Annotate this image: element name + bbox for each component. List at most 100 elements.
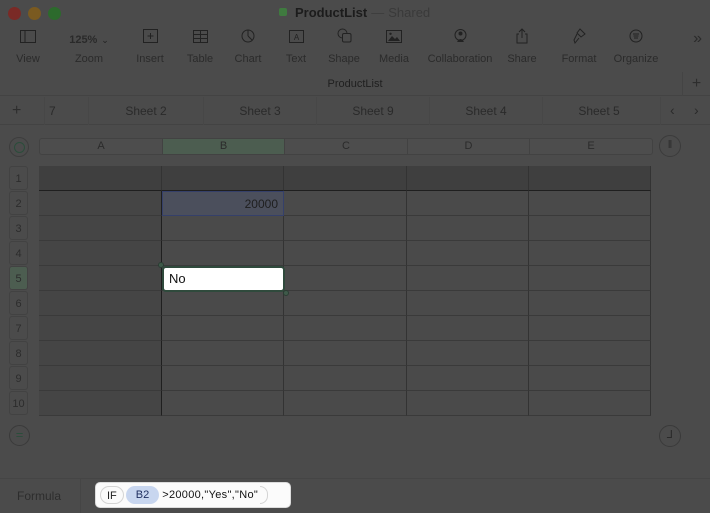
cell-e5[interactable] <box>529 266 651 291</box>
cell-c9[interactable] <box>284 366 407 391</box>
chevron-left-icon[interactable]: ‹ <box>670 102 675 118</box>
cell-c10[interactable] <box>284 391 407 416</box>
formula-arguments[interactable]: >20000,"Yes","No" <box>162 486 258 504</box>
media-button[interactable]: Media <box>376 28 412 65</box>
cell-e8[interactable] <box>529 341 651 366</box>
cell-e1[interactable] <box>529 166 651 191</box>
text-button[interactable]: A Text <box>282 28 310 65</box>
cell-a10[interactable] <box>39 391 162 416</box>
cell-e3[interactable] <box>529 216 651 241</box>
row-header[interactable]: 4 <box>9 241 28 265</box>
sheet-tab[interactable]: Sheet 3 <box>203 97 316 125</box>
cell-c3[interactable] <box>284 216 407 241</box>
cell-reference-token[interactable]: B2 <box>125 486 160 504</box>
sheet-tab[interactable]: Sheet 9 <box>316 97 429 125</box>
row-header[interactable]: 5 <box>9 266 28 290</box>
row-header[interactable]: 1 <box>9 166 28 190</box>
row-header[interactable]: 6 <box>9 291 28 315</box>
zoom-dropdown[interactable]: 125% ⌄ Zoom <box>62 28 116 65</box>
cell-c1[interactable] <box>284 166 407 191</box>
sheet-tab[interactable]: Sheet 5 <box>542 97 655 125</box>
cell-c2[interactable] <box>284 191 407 216</box>
cell-b3[interactable] <box>162 216 284 241</box>
cell-a7[interactable] <box>39 316 162 341</box>
row-header[interactable]: 10 <box>9 391 28 415</box>
function-token[interactable]: IF <box>100 486 124 504</box>
zoom-window-button[interactable] <box>48 7 61 20</box>
cell-d6[interactable] <box>407 291 529 316</box>
view-button[interactable]: View <box>12 28 44 65</box>
cell-a6[interactable] <box>39 291 162 316</box>
cell-d9[interactable] <box>407 366 529 391</box>
cell-a2[interactable] <box>39 191 162 216</box>
cell-a4[interactable] <box>39 241 162 266</box>
cell-b4[interactable] <box>162 241 284 266</box>
add-row-handle[interactable]: = <box>9 425 30 446</box>
cell-b6[interactable] <box>162 291 284 316</box>
selection-handle-bottom-right[interactable] <box>283 290 289 296</box>
cell-c5[interactable] <box>284 266 407 291</box>
organize-button[interactable]: Organize <box>610 28 662 65</box>
insert-button[interactable]: Insert <box>132 28 168 65</box>
format-button[interactable]: Format <box>558 28 600 65</box>
cell-e7[interactable] <box>529 316 651 341</box>
cell-e10[interactable] <box>529 391 651 416</box>
cell-d10[interactable] <box>407 391 529 416</box>
cell-d8[interactable] <box>407 341 529 366</box>
column-header-d[interactable]: D <box>408 139 530 154</box>
share-button[interactable]: Share <box>505 28 539 65</box>
column-header-c[interactable]: C <box>285 139 408 154</box>
shape-button[interactable]: Shape <box>326 28 362 65</box>
cell-b1[interactable] <box>162 166 284 191</box>
cell-d3[interactable] <box>407 216 529 241</box>
sheet-tab[interactable]: 7 <box>44 97 62 125</box>
cell-d1[interactable] <box>407 166 529 191</box>
cell-a8[interactable] <box>39 341 162 366</box>
cell-b9[interactable] <box>162 366 284 391</box>
column-header-b[interactable]: B <box>163 139 285 154</box>
cell-e9[interactable] <box>529 366 651 391</box>
cell-c4[interactable] <box>284 241 407 266</box>
row-header[interactable]: 8 <box>9 341 28 365</box>
add-sheet-button[interactable]: + <box>12 102 21 120</box>
cell-a1[interactable] <box>39 166 162 191</box>
cell-a3[interactable] <box>39 216 162 241</box>
row-header[interactable]: 2 <box>9 191 28 215</box>
column-header-a[interactable]: A <box>40 139 163 154</box>
add-rows-columns-handle[interactable]: ⅃ <box>659 425 681 447</box>
cell-b2[interactable]: 20000 <box>162 191 284 216</box>
sheet-tab[interactable]: Sheet 2 <box>88 97 203 125</box>
cell-e4[interactable] <box>529 241 651 266</box>
sheet-tab[interactable]: Sheet 4 <box>429 97 542 125</box>
cell-b8[interactable] <box>162 341 284 366</box>
table-button[interactable]: Table <box>184 28 216 65</box>
add-column-handle[interactable]: ‖ <box>659 135 681 157</box>
cell-b10[interactable] <box>162 391 284 416</box>
cell-c6[interactable] <box>284 291 407 316</box>
row-header[interactable]: 9 <box>9 366 28 390</box>
cell-e2[interactable] <box>529 191 651 216</box>
cell-a5[interactable] <box>39 266 162 291</box>
add-tab-button[interactable]: + <box>682 72 710 96</box>
cell-editor-b5[interactable]: No <box>162 266 285 292</box>
collaboration-button[interactable]: Collaboration <box>424 28 496 65</box>
cell-c7[interactable] <box>284 316 407 341</box>
cell-d2[interactable] <box>407 191 529 216</box>
cell-b7[interactable] <box>162 316 284 341</box>
toolbar-overflow-icon[interactable]: » <box>693 30 702 48</box>
column-header-e[interactable]: E <box>530 139 652 154</box>
row-header[interactable]: 3 <box>9 216 28 240</box>
cell-e6[interactable] <box>529 291 651 316</box>
chart-button[interactable]: Chart <box>230 28 266 65</box>
cell-d4[interactable] <box>407 241 529 266</box>
cell-d7[interactable] <box>407 316 529 341</box>
minimize-window-button[interactable] <box>28 7 41 20</box>
selection-handle-top-left[interactable] <box>158 262 164 268</box>
table-select-button[interactable] <box>9 137 29 157</box>
row-header[interactable]: 7 <box>9 316 28 340</box>
close-window-button[interactable] <box>8 7 21 20</box>
cell-c8[interactable] <box>284 341 407 366</box>
cell-d5[interactable] <box>407 266 529 291</box>
chevron-right-icon[interactable]: › <box>694 102 699 118</box>
formula-editor[interactable]: IF B2 >20000,"Yes","No" <box>95 482 291 508</box>
